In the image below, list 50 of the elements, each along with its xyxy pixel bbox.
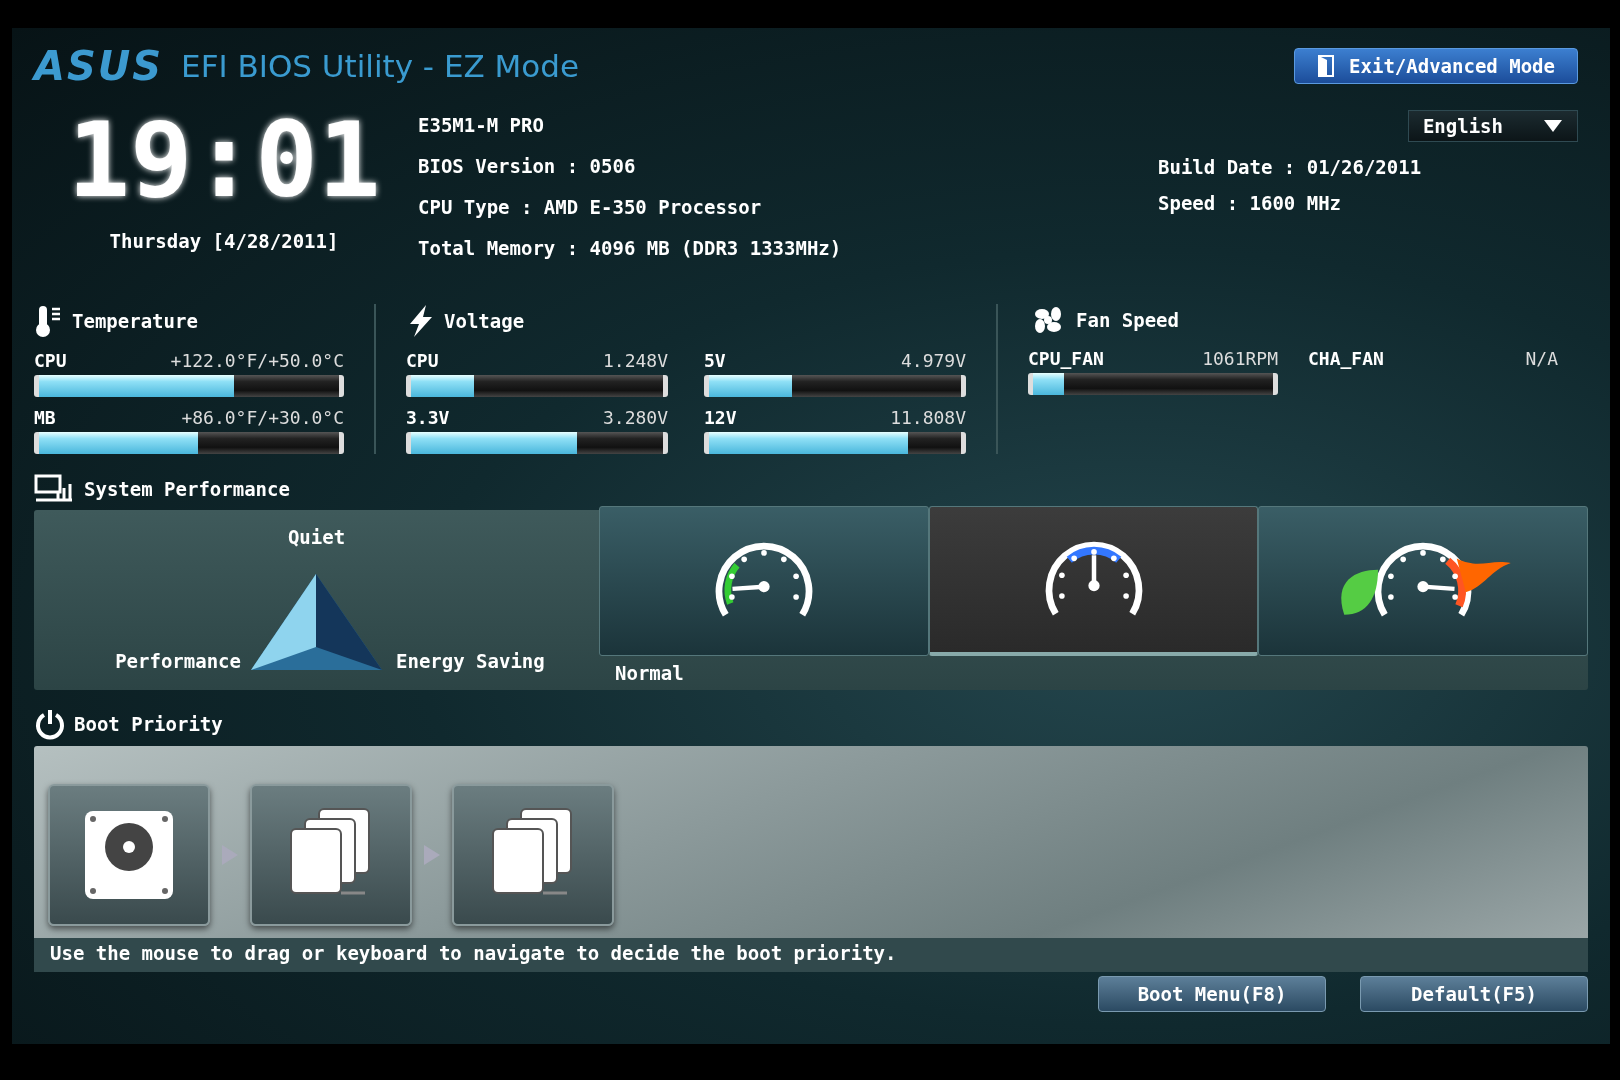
fan-name: CPU_FAN — [1028, 348, 1104, 369]
system-info-text: CPU Type : AMD E-350 Processor — [418, 196, 763, 218]
sensor-reading: +86.0°F/+30.0°C — [181, 407, 344, 428]
sensor-name: CPU — [34, 350, 67, 371]
window-title: EFI BIOS Utility - EZ Mode — [181, 48, 580, 84]
performance-chart-icon — [34, 474, 74, 504]
boot-priority-hint: Use the mouse to drag or keyboard to navigate to decide the boot priority. — [34, 938, 1588, 972]
system-info-text: Total Memory : 4096 MB (DDR3 1333MHz) — [418, 237, 843, 259]
sensor-reading: 3.280V — [602, 407, 668, 428]
fan-name: CHA_FAN — [1308, 348, 1384, 369]
footer-button[interactable]: Default(F5) — [1360, 976, 1588, 1012]
sensor-reading: 1.248V — [602, 350, 668, 371]
footer-button[interactable]: Boot Menu(F8) — [1098, 976, 1326, 1012]
section-title: Boot Priority — [74, 713, 223, 735]
sensor-name: CPU — [406, 350, 439, 371]
section-title: System Performance — [84, 478, 290, 500]
build-info-text: Speed : 1600 MHz — [1158, 192, 1342, 214]
mode-label: Performance — [115, 650, 241, 672]
fan-reading: N/A — [1525, 348, 1558, 369]
power-icon — [34, 708, 66, 740]
performance-mode-tile[interactable] — [1258, 506, 1588, 656]
selected-mode-label: Normal — [614, 661, 685, 686]
exit-door-icon — [1317, 55, 1336, 77]
mode-label: Quiet — [287, 526, 346, 548]
sensor-reading: 4.979V — [900, 350, 966, 371]
system-info-text: BIOS Version : 0506 — [418, 155, 637, 177]
section-title: Voltage — [444, 310, 525, 332]
exit-advanced-mode-button[interactable]: Exit/Advanced Mode — [1294, 48, 1578, 84]
sensor-reading: +122.0°F/+50.0°C — [170, 350, 344, 371]
section-title: Fan Speed — [1076, 309, 1179, 331]
clock-time: 19:01 — [67, 108, 381, 212]
mode-label: Energy Saving — [396, 650, 546, 672]
sensor-name: 3.3V — [406, 407, 450, 428]
sensor-reading: 11.808V — [890, 407, 966, 428]
section-title: Temperature — [72, 310, 198, 332]
language-dropdown[interactable]: English — [1407, 110, 1578, 142]
sensor-name: MB — [34, 407, 56, 428]
build-info-text: Build Date : 01/26/2011 — [1158, 156, 1422, 178]
dropdown-caret-icon — [1543, 119, 1563, 133]
boot-device-tile[interactable] — [250, 784, 412, 926]
arrow-right-icon — [422, 844, 442, 866]
clock-date: Thursday [4/28/2011] — [109, 230, 339, 252]
fan-reading: 1061RPM — [1202, 348, 1278, 369]
boot-device-tile[interactable] — [48, 784, 210, 926]
system-info-text: E35M1-M PRO — [418, 114, 545, 136]
boot-device-tile[interactable] — [452, 784, 614, 926]
performance-mode-tile[interactable] — [928, 506, 1259, 656]
sensor-name: 12V — [704, 407, 737, 428]
performance-mode-tile[interactable] — [599, 506, 929, 656]
sensor-name: 5V — [704, 350, 726, 371]
